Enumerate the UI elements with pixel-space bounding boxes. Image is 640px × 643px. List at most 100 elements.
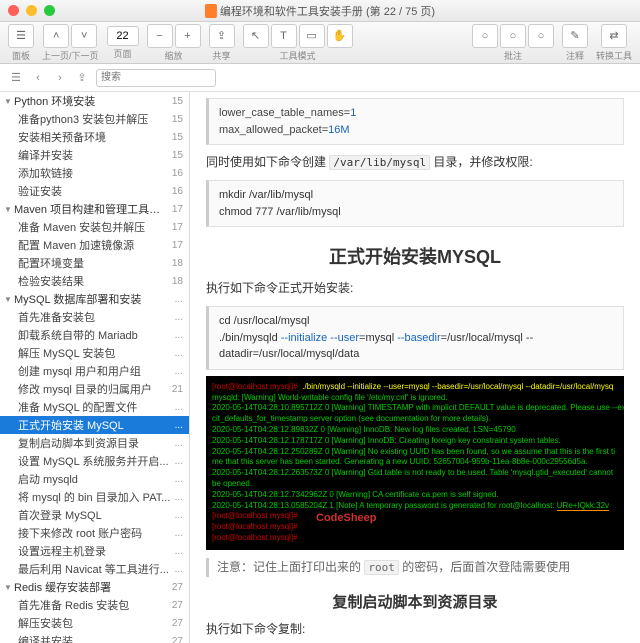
tool-text-button[interactable]: T (271, 24, 297, 48)
document-content[interactable]: lower_case_table_names=1 max_allowed_pac… (190, 92, 640, 643)
toc-item[interactable]: 首先准备 Redis 安装包27 (0, 596, 189, 614)
toc-label: 添加软链接 (18, 165, 168, 181)
sidebar-toggle-button[interactable]: ☰ (8, 24, 34, 48)
toc-item[interactable]: 验证安装16 (0, 182, 189, 200)
toc-page: ... (175, 438, 183, 449)
toc-item[interactable]: 解压安装包 27 (0, 614, 189, 632)
toc-item[interactable]: 将 mysql 的 bin 目录加入 PAT...... (0, 488, 189, 506)
toc-page: 27 (172, 618, 183, 629)
toc-item[interactable]: 接下来修改 root 账户密码... (0, 524, 189, 542)
toc-item[interactable]: 编译并安装15 (0, 146, 189, 164)
toc-item[interactable]: 添加软链接 16 (0, 164, 189, 182)
caret-icon: ▼ (4, 295, 14, 304)
toc-page: 17 (172, 222, 183, 233)
toc-item[interactable]: 首次登录 MySQL... (0, 506, 189, 524)
toc-item[interactable]: 修改 mysql 目录的归属用户21 (0, 380, 189, 398)
toc-label: 准备 MySQL 的配置文件 (18, 399, 171, 415)
toc-item[interactable]: 正式开始安装 MySQL... (0, 416, 189, 434)
zoom-out-button[interactable]: − (147, 24, 173, 48)
next-page-button[interactable]: ˅ (71, 24, 97, 48)
toc-item[interactable]: 卸载系统自带的 Mariadb... (0, 326, 189, 344)
note-button[interactable]: ✎ (562, 24, 588, 48)
toc-item[interactable]: 创建 mysql 用户和用户组... (0, 362, 189, 380)
toc-item[interactable]: 解压 MySQL 安装包... (0, 344, 189, 362)
toc-page: 16 (172, 186, 183, 197)
toc-item[interactable]: 检验安装结果 18 (0, 272, 189, 290)
window-controls (8, 5, 55, 16)
outline-sidebar[interactable]: ▼Python 环境安装15准备python3 安装包并解压15安装相关预备环境… (0, 92, 190, 643)
zoom-in-button[interactable]: + (175, 24, 201, 48)
toc-page: 15 (172, 114, 183, 125)
toc-item[interactable]: 准备 MySQL 的配置文件... (0, 398, 189, 416)
prev-page-button[interactable]: ˄ (43, 24, 69, 48)
heading: 正式开始安装MYSQL (206, 243, 624, 269)
page-label: 页面 (114, 47, 132, 60)
annot-label: 批注 (504, 49, 522, 62)
tool-cursor-button[interactable]: ↖ (243, 24, 269, 48)
toc-item[interactable]: ▼MySQL 数据库部署和安装... (0, 290, 189, 308)
toc-page: 16 (172, 168, 183, 179)
toc-page: ... (175, 330, 183, 341)
toc-label: Python 环境安装 (14, 93, 168, 109)
toc-item[interactable]: 编译并安装27 (0, 632, 189, 643)
toc-item[interactable]: 设置远程主机登录... (0, 542, 189, 560)
toc-item[interactable]: 配置环境变量18 (0, 254, 189, 272)
toc-label: 准备python3 安装包并解压 (18, 111, 168, 127)
toc-item[interactable]: 设置 MySQL 系统服务并开启...... (0, 452, 189, 470)
toolbar: ☰ 面板 ˄ ˅ 上一页/下一页 页面 − + 缩放 ⇪ 共享 ↖ T ▭ ✋ … (0, 22, 640, 64)
back-icon[interactable]: ‹ (30, 70, 46, 86)
toc-page: ... (175, 492, 183, 503)
toc-page: ... (175, 546, 183, 557)
inline-code: root (364, 560, 399, 575)
toc-item[interactable]: 首先准备安装包... (0, 308, 189, 326)
minimize-icon[interactable] (26, 5, 37, 16)
toc-item[interactable]: 最后利用 Navicat 等工具进行...... (0, 560, 189, 578)
toc-page: ... (175, 528, 183, 539)
toc-label: 配置 Maven 加速镜像源 (18, 237, 168, 253)
toc-label: 解压安装包 (18, 615, 168, 631)
toc-page: 27 (172, 636, 183, 643)
share-label: 共享 (213, 49, 231, 62)
annotation-a-button[interactable]: ○ (472, 24, 498, 48)
toc-page: 18 (172, 276, 183, 287)
toc-page: 27 (172, 582, 183, 593)
toc-item[interactable]: 配置 Maven 加速镜像源17 (0, 236, 189, 254)
toc-item[interactable]: ▼Python 环境安装15 (0, 92, 189, 110)
close-icon[interactable] (8, 5, 19, 16)
heading: 复制启动脚本到资源目录 (206, 591, 624, 612)
page-number-input[interactable] (107, 26, 139, 46)
toc-page: ... (175, 402, 183, 413)
toc-item[interactable]: 准备python3 安装包并解压 15 (0, 110, 189, 128)
toc-item[interactable]: 准备 Maven 安装包并解压17 (0, 218, 189, 236)
toc-item[interactable]: ▼Redis 缓存安装部署27 (0, 578, 189, 596)
toc-item[interactable]: 复制启动脚本到资源目录... (0, 434, 189, 452)
conv-label: 转换工具 (596, 49, 632, 62)
toc-label: 首先准备安装包 (18, 309, 171, 325)
toc-page: ... (175, 366, 183, 377)
toc-page: ... (175, 348, 183, 359)
toc-label: 检验安装结果 (18, 273, 168, 289)
outline-view-icon[interactable]: ☰ (8, 70, 24, 86)
note-label: 注释 (566, 49, 584, 62)
toc-page: ... (175, 312, 183, 323)
tool-hand-button[interactable]: ✋ (327, 24, 353, 48)
pdf-icon (205, 4, 217, 18)
annotation-b-button[interactable]: ○ (500, 24, 526, 48)
annotation-c-button[interactable]: ○ (528, 24, 554, 48)
zoom-icon[interactable] (44, 5, 55, 16)
share-button[interactable]: ⇪ (209, 24, 235, 48)
convert-button[interactable]: ⇄ (601, 24, 627, 48)
toc-label: 正式开始安装 MySQL (18, 417, 171, 433)
toc-page: 15 (172, 132, 183, 143)
toc-page: ... (175, 420, 183, 431)
toc-item[interactable]: 安装相关预备环境 15 (0, 128, 189, 146)
toc-item[interactable]: ▼Maven 项目构建和管理工具安装17 (0, 200, 189, 218)
toc-label: 复制启动脚本到资源目录 (18, 435, 171, 451)
toc-label: 安装相关预备环境 (18, 129, 168, 145)
tool-rect-button[interactable]: ▭ (299, 24, 325, 48)
toc-page: 17 (172, 204, 183, 215)
search-input[interactable] (96, 69, 216, 87)
share-icon[interactable]: ⇪ (74, 70, 90, 86)
forward-icon[interactable]: › (52, 70, 68, 86)
toc-item[interactable]: 启动 mysqld... (0, 470, 189, 488)
